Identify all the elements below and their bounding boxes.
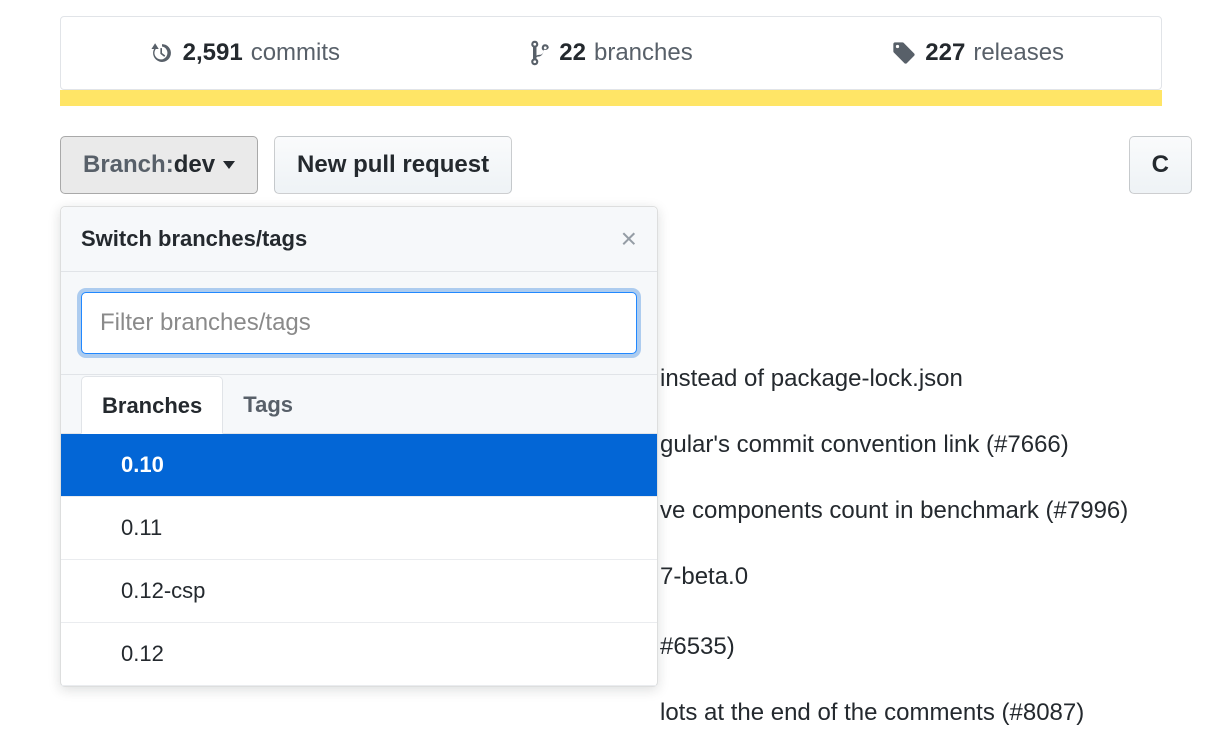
tab-branches[interactable]: Branches [81,376,223,434]
table-row[interactable]: ve components count in benchmark (#7996) [660,478,1128,544]
branches-label: branches [594,39,693,67]
list-item[interactable]: 0.10 [61,434,657,497]
branch-selector-button[interactable]: Branch: dev [60,136,258,194]
releases-stat[interactable]: 227 releases [794,17,1161,89]
yellow-strip [60,90,1162,106]
background-file-rows: instead of package-lock.json gular's com… [660,346,1128,746]
chevron-down-icon [223,161,235,169]
tag-icon [891,40,917,66]
repo-stats-bar: 2,591 commits 22 branches 227 releases [60,16,1162,90]
new-pull-request-button[interactable]: New pull request [274,136,512,194]
branches-count: 22 [559,39,586,67]
table-row[interactable]: instead of package-lock.json [660,346,1128,412]
table-row[interactable]: #6535) [660,614,1128,680]
dropdown-tabs: Branches Tags [61,375,657,434]
branches-stat[interactable]: 22 branches [428,17,795,89]
close-icon[interactable]: × [621,225,637,253]
commits-stat[interactable]: 2,591 commits [61,17,428,89]
filter-input[interactable] [81,292,637,354]
git-branch-icon [529,39,551,67]
dropdown-header: Switch branches/tags × [61,207,657,272]
right-button[interactable]: C [1129,136,1192,194]
branch-list[interactable]: 0.10 0.11 0.12-csp 0.12 [61,434,657,686]
branch-current: dev [174,151,215,179]
list-item[interactable]: 0.11 [61,497,657,560]
history-icon [149,40,175,66]
tab-tags[interactable]: Tags [223,376,313,434]
dropdown-title: Switch branches/tags [81,226,307,252]
releases-count: 227 [925,39,965,67]
branch-prefix: Branch: [83,151,174,179]
table-row[interactable]: 7-beta.0 [660,544,1128,610]
commits-label: commits [251,39,340,67]
releases-label: releases [973,39,1064,67]
table-row[interactable]: gular's commit convention link (#7666) [660,412,1128,478]
list-item[interactable]: 0.12-csp [61,560,657,623]
commits-count: 2,591 [183,39,243,67]
list-item[interactable]: 0.12 [61,623,657,686]
branch-dropdown: Switch branches/tags × Branches Tags 0.1… [60,206,658,687]
filter-wrap [61,272,657,375]
actions-row: Branch: dev New pull request C Switch br… [60,136,1162,194]
